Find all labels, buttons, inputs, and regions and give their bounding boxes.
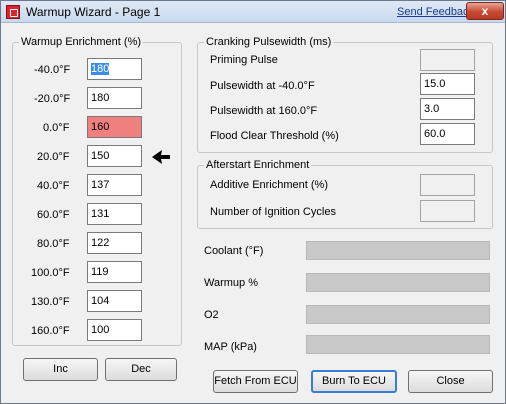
warmup-row-label: -40.0°F [34,64,71,76]
warmup-row-input[interactable]: 122 [87,232,142,254]
send-feedback-link[interactable]: Send Feedback [397,6,474,18]
window-close-button[interactable]: x [466,2,504,20]
warmup-enrichment-title: Warmup Enrichment (%) [19,36,144,49]
dec-button[interactable]: Dec [105,358,177,381]
warmup-row-input[interactable]: 150 [87,145,142,167]
pulsewidth-high-input[interactable]: 3.0 [420,98,475,120]
warmup-row-label: 100.0°F [31,267,70,279]
additive-enrichment-label: Additive Enrichment (%) [210,179,328,191]
additive-enrichment-field [420,174,475,196]
warmup-row-label: 130.0°F [31,296,70,308]
fetch-from-ecu-button[interactable]: Fetch From ECU [213,370,298,393]
warmup-row-label: 60.0°F [37,209,70,221]
warmup-row-input[interactable]: 104 [87,290,142,312]
warmup-row-input[interactable]: 137 [87,174,142,196]
warmup-row-input[interactable]: 100 [87,319,142,341]
warmup-row-label: 40.0°F [37,180,70,192]
coolant-label: Coolant (°F) [204,245,264,257]
warmup-percent-label: Warmup % [204,277,258,289]
close-button[interactable]: Close [408,370,493,393]
warmup-row-input[interactable]: 160 [87,116,142,138]
warmup-row-label: 160.0°F [31,325,70,337]
afterstart-enrichment-title: Afterstart Enrichment [204,159,312,172]
map-label: MAP (kPa) [204,341,257,353]
warmup-wizard-window: Warmup Wizard - Page 1 Send Feedback x W… [0,0,506,404]
coolant-gauge [306,241,490,260]
warmup-row-label: -20.0°F [34,93,71,105]
priming-pulse-field [420,49,475,71]
pulsewidth-low-label: Pulsewidth at -40.0°F [210,80,315,92]
pulsewidth-high-label: Pulsewidth at 160.0°F [210,105,318,117]
warmup-row-input[interactable]: 131 [87,203,142,225]
o2-gauge [306,305,490,324]
warmup-row-input[interactable]: 119 [87,261,142,283]
flood-clear-label: Flood Clear Threshold (%) [210,130,339,142]
window-title: Warmup Wizard - Page 1 [26,5,161,19]
app-icon [6,5,20,19]
inc-button[interactable]: Inc [23,358,98,381]
pulsewidth-low-input[interactable]: 15.0 [420,73,475,95]
title-bar: Warmup Wizard - Page 1 Send Feedback x [1,1,505,23]
warmup-percent-gauge [306,273,490,292]
map-gauge [306,335,490,354]
warmup-row-input[interactable]: 180 [87,58,142,80]
ignition-cycles-label: Number of Ignition Cycles [210,206,336,218]
ignition-cycles-field [420,200,475,222]
cranking-pulsewidth-title: Cranking Pulsewidth (ms) [204,36,334,49]
arrow-left-icon [152,150,170,164]
warmup-row-input[interactable]: 180 [87,87,142,109]
warmup-row-label: 80.0°F [37,238,70,250]
warmup-row-label: 0.0°F [43,122,70,134]
flood-clear-input[interactable]: 60.0 [420,123,475,145]
priming-pulse-label: Priming Pulse [210,54,278,66]
burn-to-ecu-button[interactable]: Burn To ECU [311,370,397,393]
warmup-row-label: 20.0°F [37,151,70,163]
o2-label: O2 [204,309,219,321]
